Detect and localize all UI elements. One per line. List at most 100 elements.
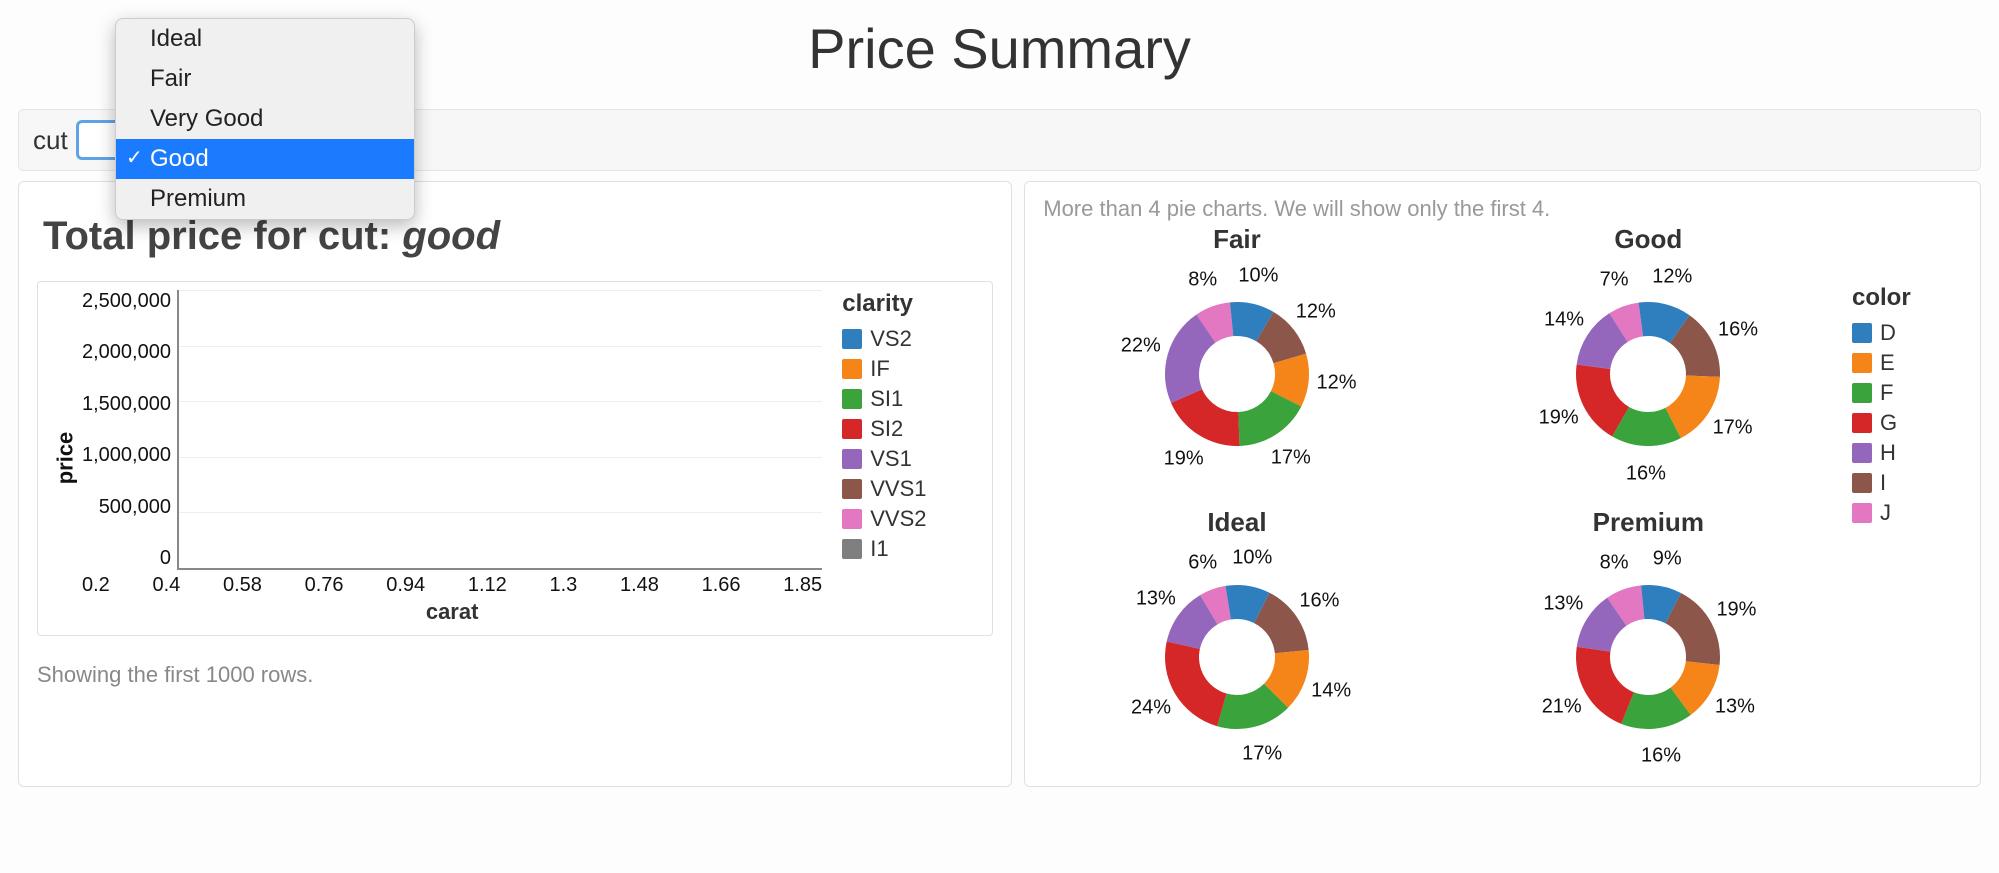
x-tick: 1.85 [783, 574, 822, 597]
swatch-icon [842, 389, 862, 409]
legend-label: G [1880, 410, 1897, 436]
legend-item-D[interactable]: D [1852, 320, 1962, 346]
swatch-icon [842, 539, 862, 559]
cut-option-fair[interactable]: Fair [116, 59, 414, 99]
slice-G [1576, 647, 1634, 724]
legend-item-VS2[interactable]: VS2 [842, 326, 982, 352]
x-tick: 1.48 [620, 574, 659, 597]
clarity-legend: clarity VS2 IF SI1 SI2 VS1 VVS1 VVS2 I1 [822, 290, 982, 625]
legend-item-F[interactable]: F [1852, 380, 1962, 406]
cut-option-premium[interactable]: Premium [116, 179, 414, 219]
swatch-icon [1852, 383, 1872, 403]
legend-item-IF[interactable]: IF [842, 356, 982, 382]
y-ticks: 2,500,000 2,000,000 1,500,000 1,000,000 500,… [82, 290, 177, 570]
legend-item-VS1[interactable]: VS1 [842, 446, 982, 472]
slice-G [1165, 642, 1227, 727]
filter-bar: cut IdealFairVery GoodGoodPremium [18, 109, 1981, 171]
donut-svg [1513, 259, 1783, 489]
donut-holder: 7%12%16%17%16%19%14% [1513, 259, 1783, 489]
legend-label: I1 [870, 536, 888, 562]
y-tick: 0 [160, 547, 171, 570]
donut-holder: 6%10%16%14%17%24%13% [1102, 542, 1372, 772]
x-ticks: 0.2 0.4 0.58 0.76 0.94 1.12 1.3 1.48 1.66 1.85 [82, 570, 822, 597]
plot-area [177, 290, 822, 570]
swatch-icon [1852, 503, 1872, 523]
donut-premium: Premium 8%9%19%13%16%21%13% [1455, 507, 1842, 772]
legend-item-SI1[interactable]: SI1 [842, 386, 982, 412]
cut-option-ideal[interactable]: Ideal [116, 19, 414, 59]
legend-label: F [1880, 380, 1893, 406]
legend-item-SI2[interactable]: SI2 [842, 416, 982, 442]
legend-item-I1[interactable]: I1 [842, 536, 982, 562]
swatch-icon [842, 479, 862, 499]
legend-label: IF [870, 356, 890, 382]
color-legend: color DEFGHIJ [1842, 224, 1962, 772]
y-tick: 2,500,000 [82, 290, 171, 313]
x-tick: 0.4 [153, 574, 181, 597]
donut-ideal: Ideal 6%10%16%14%17%24%13% [1043, 507, 1430, 772]
legend-label: VVS1 [870, 476, 926, 502]
legend-item-I[interactable]: I [1852, 470, 1962, 496]
footnote: Showing the first 1000 rows. [37, 662, 993, 688]
swatch-icon [842, 509, 862, 529]
legend-label: D [1880, 320, 1896, 346]
swatch-icon [1852, 323, 1872, 343]
y-tick: 1,500,000 [82, 393, 171, 416]
donut-holder: 8%9%19%13%16%21%13% [1513, 542, 1783, 772]
x-tick: 0.58 [223, 574, 262, 597]
legend-item-E[interactable]: E [1852, 350, 1962, 376]
swatch-icon [1852, 443, 1872, 463]
legend-label: H [1880, 440, 1896, 466]
cut-option-very-good[interactable]: Very Good [116, 99, 414, 139]
left-heading: Total price for cut: good [43, 214, 993, 259]
right-note: More than 4 pie charts. We will show onl… [1043, 196, 1962, 222]
color-legend-title: color [1852, 284, 1962, 312]
legend-item-H[interactable]: H [1852, 440, 1962, 466]
donut-holder: 8%10%12%12%17%19%22% [1102, 259, 1372, 489]
donut-title: Good [1455, 224, 1842, 255]
bar-chart: price 2,500,000 2,000,000 1,500,000 1,000,0… [37, 281, 993, 636]
swatch-icon [1852, 413, 1872, 433]
legend-item-VVS1[interactable]: VVS1 [842, 476, 982, 502]
filter-label: cut [33, 125, 68, 156]
legend-label: VS1 [870, 446, 912, 472]
legend-label: I [1880, 470, 1886, 496]
donut-title: Ideal [1043, 507, 1430, 538]
x-tick: 0.2 [82, 574, 110, 597]
swatch-icon [842, 419, 862, 439]
x-tick: 1.66 [702, 574, 741, 597]
y-tick: 2,000,000 [82, 341, 171, 364]
y-tick: 1,000,000 [82, 444, 171, 467]
legend-item-J[interactable]: J [1852, 500, 1962, 526]
left-heading-prefix: Total price for cut: [43, 214, 402, 258]
x-axis-label: carat [82, 599, 822, 625]
left-panel: Total price for cut: good price 2,500,00… [18, 181, 1012, 787]
left-heading-cut: good [402, 214, 500, 258]
x-tick: 0.94 [386, 574, 425, 597]
x-tick: 0.76 [305, 574, 344, 597]
right-panel: More than 4 pie charts. We will show onl… [1024, 181, 1981, 787]
swatch-icon [1852, 353, 1872, 373]
legend-label: E [1880, 350, 1895, 376]
donut-fair: Fair8%10%12%12%17%19%22% [1043, 224, 1430, 489]
legend-label: VS2 [870, 326, 912, 352]
donut-svg [1513, 542, 1783, 772]
x-tick: 1.12 [468, 574, 507, 597]
legend-label: SI2 [870, 416, 903, 442]
legend-label: J [1880, 500, 1891, 526]
y-axis-label: price [52, 431, 78, 484]
legend-label: VVS2 [870, 506, 926, 532]
donut-good: Good 7%12%16%17%16%19%14% [1455, 224, 1842, 489]
swatch-icon [1852, 473, 1872, 493]
swatch-icon [842, 449, 862, 469]
cut-dropdown: IdealFairVery GoodGoodPremium [115, 18, 415, 220]
donut-svg [1102, 259, 1372, 489]
legend-item-VVS2[interactable]: VVS2 [842, 506, 982, 532]
legend-item-G[interactable]: G [1852, 410, 1962, 436]
x-tick: 1.3 [550, 574, 578, 597]
y-tick: 500,000 [99, 496, 171, 519]
donut-svg [1102, 542, 1372, 772]
clarity-legend-title: clarity [842, 290, 982, 318]
cut-option-good[interactable]: Good [116, 139, 414, 179]
donut-title: Premium [1455, 507, 1842, 538]
